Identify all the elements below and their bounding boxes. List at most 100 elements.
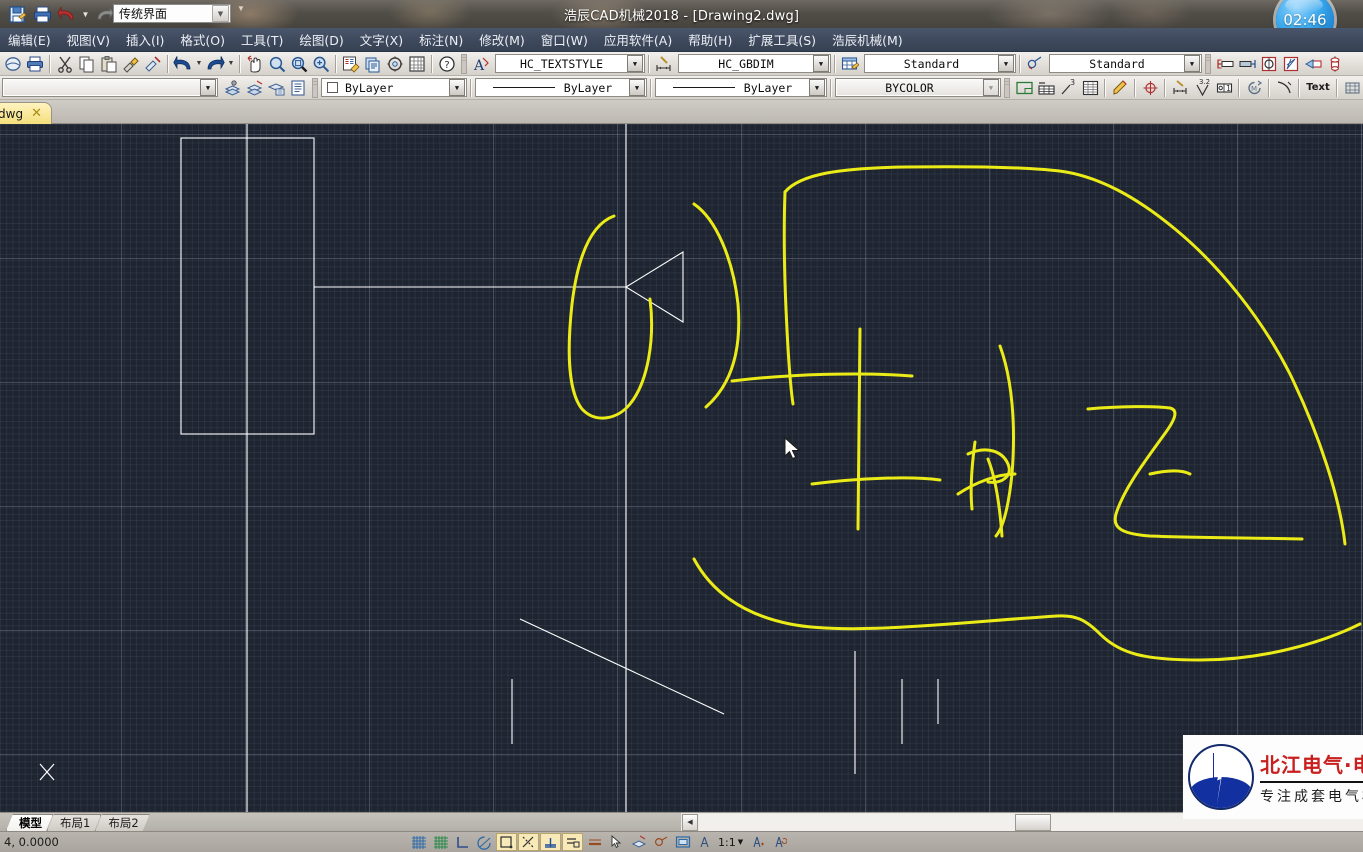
menu-dimension[interactable]: 标注(N) (411, 28, 471, 52)
zoom-previous-icon[interactable] (310, 53, 332, 75)
chevron-down-icon[interactable]: ▼ (1184, 55, 1200, 72)
center-mark-icon[interactable] (1139, 77, 1161, 99)
bearing-icon[interactable] (1258, 53, 1280, 75)
object-snap-tracking-icon[interactable] (518, 833, 539, 851)
shaft-left-icon[interactable] (1214, 53, 1236, 75)
toolbar-grip-properties[interactable] (312, 78, 318, 98)
multileader-style-icon[interactable] (1024, 53, 1046, 75)
undo-dropdown-icon[interactable]: ▼ (194, 60, 204, 67)
dimension-edit-icon[interactable] (1169, 77, 1191, 99)
layout-tab-layout1[interactable]: 布局1 (47, 814, 101, 831)
layer-states-icon[interactable] (265, 77, 287, 99)
toolbar-grip-mech2[interactable] (1004, 78, 1010, 98)
layer-properties-icon[interactable] (221, 77, 243, 99)
snap-mode-icon[interactable] (408, 833, 429, 851)
toolbar-grip-mech[interactable] (1205, 54, 1211, 74)
lineweight-combo[interactable]: ByLayer ▼ (655, 78, 827, 97)
menu-format[interactable]: 格式(O) (172, 28, 233, 52)
layout-tab-layout2[interactable]: 布局2 (95, 814, 149, 831)
menu-window[interactable]: 窗口(W) (533, 28, 596, 52)
qat-print-icon[interactable] (31, 3, 53, 25)
object-snap-icon[interactable] (496, 833, 517, 851)
drawing-canvas[interactable] (0, 124, 1363, 812)
pan-icon[interactable] (244, 53, 266, 75)
dynamic-input-icon[interactable] (562, 833, 583, 851)
annotation-scale-sync-icon[interactable] (769, 833, 790, 851)
polar-tracking-icon[interactable] (474, 833, 495, 851)
plotstyle-combo[interactable]: BYCOLOR ▼ (835, 78, 1001, 97)
annotation-scale-add-icon[interactable] (747, 833, 768, 851)
chevron-down-icon[interactable]: ▼ (738, 838, 743, 846)
annotation-scale-display[interactable]: 1:1 ▼ (718, 836, 743, 849)
copy-icon[interactable] (76, 53, 98, 75)
chevron-down-icon[interactable]: ▼ (629, 79, 645, 96)
toolbar-grip-text[interactable] (461, 54, 467, 74)
layout-tab-model[interactable]: 模型 (6, 814, 53, 831)
chevron-down-icon[interactable]: ▼ (449, 79, 465, 96)
bom-table-icon[interactable] (1035, 77, 1057, 99)
menu-insert[interactable]: 插入(I) (118, 28, 172, 52)
workspace-combo[interactable]: 传统界面 ▼ (113, 4, 231, 23)
cut-icon[interactable] (54, 53, 76, 75)
tool-palettes-icon[interactable] (384, 53, 406, 75)
chevron-down-icon[interactable]: ▼ (212, 5, 229, 22)
redo-dropdown-icon[interactable]: ▼ (226, 60, 236, 67)
new-drawing-icon[interactable] (2, 53, 24, 75)
menu-haochen-mechanical[interactable]: 浩辰机械(M) (824, 28, 911, 52)
pin-icon[interactable] (1324, 53, 1346, 75)
scroll-left-arrow-icon[interactable]: ◀ (682, 814, 698, 831)
menu-edit[interactable]: 编辑(E) (0, 28, 59, 52)
paste-icon[interactable] (98, 53, 120, 75)
zoom-realtime-icon[interactable] (266, 53, 288, 75)
multileader-style-combo[interactable]: Standard ▼ (1049, 54, 1202, 73)
qat-save-icon[interactable] (6, 3, 28, 25)
zoom-window-icon[interactable] (288, 53, 310, 75)
layer-manager-icon[interactable] (287, 77, 309, 99)
dimension-style-combo[interactable]: HC_GBDIM ▼ (678, 54, 831, 73)
ortho-mode-icon[interactable] (452, 833, 473, 851)
menu-text[interactable]: 文字(X) (352, 28, 411, 52)
coordinate-display[interactable]: 4, 0.0000 (0, 835, 408, 849)
lineweight-display-icon[interactable] (584, 833, 605, 851)
text-tool-button[interactable]: Text (1303, 77, 1333, 99)
redo-icon[interactable] (204, 53, 226, 75)
menu-view[interactable]: 视图(V) (59, 28, 118, 52)
viewport-icon[interactable] (672, 833, 693, 851)
edit-annotation-icon[interactable] (1109, 77, 1131, 99)
menu-express-tools[interactable]: 扩展工具(S) (740, 28, 824, 52)
annotation-visibility-icon[interactable] (650, 833, 671, 851)
table-style-combo[interactable]: Standard ▼ (864, 54, 1016, 73)
dimension-style-icon[interactable] (653, 53, 675, 75)
plot-icon[interactable] (24, 53, 46, 75)
table-style-icon[interactable] (839, 53, 861, 75)
qat-undo-icon[interactable] (56, 3, 78, 25)
match-properties-icon[interactable] (120, 53, 142, 75)
chevron-down-icon[interactable]: ▼ (809, 79, 825, 96)
menu-help[interactable]: 帮助(H) (680, 28, 740, 52)
datum-icon[interactable]: 1 (1213, 77, 1235, 99)
color-combo[interactable]: ByLayer ▼ (321, 78, 467, 97)
grid-mode-icon[interactable] (430, 833, 451, 851)
hatch-icon[interactable] (1341, 77, 1363, 99)
layer-combo[interactable]: ▼ (2, 78, 218, 97)
annotation-scale-icon[interactable] (694, 833, 715, 851)
hole-chart-icon[interactable]: M (1243, 77, 1265, 99)
chamfer-icon[interactable] (1273, 77, 1295, 99)
properties-icon[interactable] (340, 53, 362, 75)
chevron-down-icon[interactable]: ▼ (998, 55, 1014, 72)
linetype-combo[interactable]: ByLayer ▼ (475, 78, 647, 97)
menu-tools[interactable]: 工具(T) (233, 28, 291, 52)
match-properties-alt-icon[interactable] (142, 53, 164, 75)
close-icon[interactable]: ✕ (31, 107, 42, 120)
menu-draw[interactable]: 绘图(D) (291, 28, 351, 52)
dynamic-ucs-icon[interactable] (540, 833, 561, 851)
menu-modify[interactable]: 修改(M) (471, 28, 533, 52)
text-style-combo[interactable]: HC_TEXTSTYLE ▼ (495, 54, 645, 73)
text-style-icon[interactable]: A (470, 53, 492, 75)
layer-previous-icon[interactable] (243, 77, 265, 99)
balloon-icon[interactable]: 3 (1057, 77, 1079, 99)
menu-apps[interactable]: 应用软件(A) (596, 28, 680, 52)
qat-overflow-caret-icon[interactable]: ▼ (237, 4, 245, 13)
frame-border-icon[interactable] (1013, 77, 1035, 99)
spring-icon[interactable] (1280, 53, 1302, 75)
